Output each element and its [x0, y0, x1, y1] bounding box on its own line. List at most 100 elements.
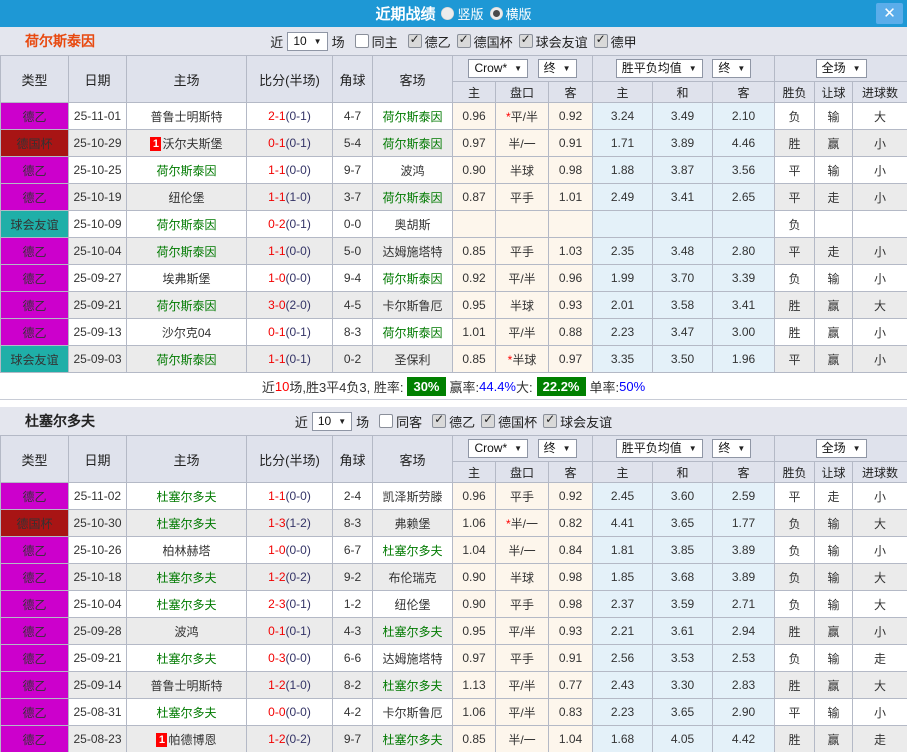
home-team: 柏林赫塔 [126, 536, 247, 564]
radio-horizontal-mode[interactable]: 横版 [489, 4, 532, 23]
odds-away: 1.01 [547, 183, 594, 211]
final-mean-dropdown[interactable]: 终 ▼ [712, 439, 752, 458]
close-icon[interactable]: ✕ [876, 3, 903, 24]
handicap-text: 平手 [509, 489, 534, 504]
corner-count: 4-5 [332, 291, 373, 319]
mean-odds-dropdown[interactable]: 胜平负均值 ▼ [615, 59, 703, 78]
filter-checkbox-德国杯[interactable]: 德国杯 [451, 32, 513, 51]
handicap-line: 平手 [495, 183, 549, 211]
final-mean-dropdown[interactable]: 终 ▼ [712, 59, 752, 78]
filter-checkbox-球会友谊[interactable]: 球会友谊 [537, 412, 612, 431]
section-header: 荷尔斯泰因 近 10 ▼ 场 同主 德乙 德国杯 球会友谊 德甲 [0, 27, 907, 55]
mean-home: 2.56 [592, 644, 654, 672]
match-type-badge: 德乙 [0, 264, 69, 292]
mean-away: 2.94 [712, 617, 776, 645]
results-table: 类型 日期 主场 比分(半场) 角球 客场 Crow* ▼ 终 ▼ 胜平负均值 ▼ 终… [0, 55, 907, 373]
full-time-score: 1-0 [268, 543, 286, 557]
half-time-score: (0-1) [285, 352, 311, 366]
full-time-score: 1-1 [268, 489, 286, 503]
filter-checkbox-德甲[interactable]: 德甲 [588, 32, 637, 51]
mean-away: 1.96 [712, 345, 776, 373]
home-team-name: 杜塞尔多夫 [156, 516, 217, 531]
radio-vertical-label: 竖版 [457, 7, 484, 22]
filter-checkbox-德乙[interactable]: 德乙 [426, 412, 475, 431]
checkbox-checked-icon[interactable] [432, 412, 447, 428]
score-cell: 0-3(0-0) [246, 644, 333, 672]
same-venue-checkbox[interactable]: 同主 [349, 32, 398, 51]
handicap-line: 平/半 [495, 617, 549, 645]
away-team-name: 达姆施塔特 [382, 651, 443, 666]
mean-home: 1.68 [592, 725, 654, 752]
radio-vertical-mode[interactable]: 竖版 [441, 4, 484, 23]
results-table: 类型 日期 主场 比分(半场) 角球 客场 Crow* ▼ 终 ▼ 胜平负均值 ▼ 终… [0, 435, 907, 752]
checkbox-checked-icon[interactable] [407, 32, 422, 48]
away-team-name: 纽伦堡 [394, 597, 431, 612]
col-header-score: 比分(半场) [246, 435, 333, 483]
away-team: 荷尔斯泰因 [372, 318, 453, 346]
home-team-name: 埃弗斯堡 [162, 271, 211, 286]
handicap-text: 半球 [509, 298, 534, 313]
fullmatch-dropdown[interactable]: 全场 ▼ [815, 59, 867, 78]
half-time-score: (0-0) [285, 244, 311, 258]
away-team-name: 杜塞尔多夫 [382, 732, 443, 747]
corner-count: 4-7 [332, 102, 373, 130]
match-count-select[interactable]: 10 ▼ [311, 411, 353, 431]
final-odds-dropdown[interactable]: 终 ▼ [537, 59, 577, 78]
mean-odds-value: 胜平负均值 [621, 441, 682, 455]
handicap-text: 半球 [509, 570, 534, 585]
match-date: 25-10-26 [68, 536, 127, 564]
fullmatch-dropdown[interactable]: 全场 ▼ [815, 439, 867, 458]
radio-selected-icon[interactable] [489, 7, 503, 20]
checkbox-icon[interactable] [379, 414, 394, 428]
checkbox-checked-icon[interactable] [543, 412, 558, 428]
away-team-name: 达姆施塔特 [382, 244, 443, 259]
final-odds-dropdown[interactable]: 终 ▼ [537, 439, 577, 458]
odds-source-dropdown[interactable]: Crow* ▼ [468, 439, 529, 458]
away-team: 布伦瑞克 [372, 563, 453, 591]
corner-count: 5-4 [332, 129, 373, 157]
radio-icon[interactable] [441, 7, 455, 20]
home-team-name: 杜塞尔多夫 [156, 651, 217, 666]
titlebar: 近期战绩 竖版 横版 ✕ [0, 0, 907, 27]
mean-draw: 3.89 [652, 129, 714, 157]
match-row: 德乙 25-09-13 沙尔克04 0-1(0-1) 8-3 荷尔斯泰因 1.01 平/半 0.… [0, 318, 907, 346]
mean-home: 2.21 [592, 617, 654, 645]
mean-away: 2.59 [712, 482, 776, 510]
filter-checkbox-德国杯[interactable]: 德国杯 [475, 412, 537, 431]
checkbox-checked-icon[interactable] [593, 32, 608, 48]
mean-away: 3.41 [712, 291, 776, 319]
result-wdl: 负 [774, 102, 816, 130]
subcol-header-和: 和 [652, 81, 714, 103]
checkbox-checked-icon[interactable] [456, 32, 471, 48]
score-cell: 0-1(0-1) [246, 129, 333, 157]
filter-checkbox-德乙[interactable]: 德乙 [402, 32, 451, 51]
result-handicap: 输 [814, 698, 854, 726]
mean-home: 2.35 [592, 237, 654, 265]
checkbox-checked-icon[interactable] [518, 32, 533, 48]
odds-source-dropdown[interactable]: Crow* ▼ [468, 59, 529, 78]
mean-away: 2.90 [712, 698, 776, 726]
result-goals: 大 [852, 102, 907, 130]
handicap-line: 半球 [495, 291, 549, 319]
match-date: 25-10-25 [68, 156, 127, 184]
filter-checkbox-球会友谊[interactable]: 球会友谊 [513, 32, 588, 51]
mean-odds-dropdown[interactable]: 胜平负均值 ▼ [615, 439, 703, 458]
mean-away: 1.77 [712, 509, 776, 537]
away-team-name: 弗赖堡 [394, 516, 431, 531]
checkbox-icon[interactable] [354, 34, 369, 48]
result-wdl: 负 [774, 509, 816, 537]
mean-home: 2.43 [592, 671, 654, 699]
corner-count: 9-7 [332, 725, 373, 752]
mean-away: 3.00 [712, 318, 776, 346]
same-venue-checkbox[interactable]: 同客 [373, 412, 422, 431]
result-goals: 大 [852, 509, 907, 537]
result-wdl: 平 [774, 156, 816, 184]
full-time-score: 1-2 [268, 570, 286, 584]
odds-away: 0.82 [547, 509, 594, 537]
handicap-text: 半/一 [508, 136, 536, 151]
match-count-select[interactable]: 10 ▼ [287, 31, 328, 51]
away-team-name: 杜塞尔多夫 [382, 624, 443, 639]
odds-home: 1.06 [452, 509, 496, 537]
checkbox-checked-icon[interactable] [481, 412, 496, 428]
odds-group-header: Crow* ▼ 终 ▼ [451, 55, 594, 82]
